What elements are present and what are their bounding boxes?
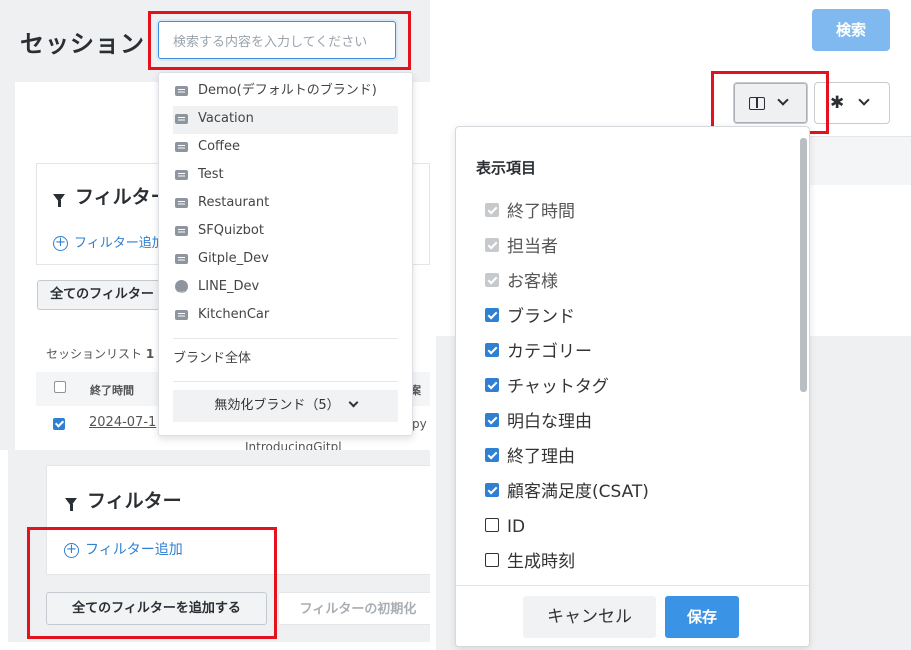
column-option[interactable]: 生成時刻 [485,551,575,573]
chat-icon [175,113,188,124]
chat-icon [175,309,188,320]
brand-item[interactable]: LINE_Dev [175,277,259,304]
brand-item[interactable]: Coffee [175,137,240,157]
chat-icon [175,225,188,236]
divider [173,381,398,382]
disabled-brands-toggle[interactable]: 無効化ブランド（5） [173,390,398,422]
column-option[interactable]: 顧客満足度(CSAT) [485,481,649,503]
column-picker-popover: 表示項目 終了時間 担当者 お客様 ブランド カテゴリー チャットタグ 明白な理… [455,126,810,647]
column-picker-footer: キャンセル 保存 [456,585,809,646]
brand-item[interactable]: Demo(デフォルトのブランド) [175,81,377,101]
save-button[interactable]: 保存 [665,596,739,638]
chat-icon [175,141,188,152]
all-brands-item[interactable]: ブランド全体 [173,349,251,369]
cancel-button[interactable]: キャンセル [523,596,656,638]
gear-icon: ✱ [830,93,845,113]
add-filter-link[interactable]: + フィルター追加 [53,232,165,251]
row-checkbox[interactable] [53,418,65,430]
column-option[interactable]: ID [485,516,525,538]
column-option: お客様 [485,271,558,293]
column-option[interactable]: チャットタグ [485,376,609,398]
chat-icon [175,169,188,180]
brand-item[interactable]: Restaurant [175,193,269,213]
column-option[interactable]: 明白な理由 [485,411,592,433]
column-option: 終了時間 [485,201,575,223]
chat-icon [175,253,188,264]
column-option: 担当者 [485,236,558,258]
highlight-frame-filter [27,527,277,639]
session-list-caption: セッションリスト 1 [46,347,155,361]
checkbox-checked[interactable] [485,413,499,427]
checkbox-checked[interactable] [485,343,499,357]
checkbox-checked[interactable] [485,308,499,322]
table-header-right [800,136,911,185]
checkbox-checked[interactable] [485,448,499,462]
chat-icon [175,197,188,208]
page-title: セッション [20,30,145,58]
row-end-time-link[interactable]: 2024-07-1 [89,415,156,430]
divider [173,338,398,339]
checkbox-checked-disabled [485,273,499,287]
row-right-text: py [412,417,427,431]
funnel-icon [53,193,65,207]
checkbox-checked[interactable] [485,378,499,392]
brand-item[interactable]: SFQuizbot [175,221,264,241]
reset-filters-button[interactable]: フィルターの初期化 [278,592,430,625]
column-picker-title: 表示項目 [476,159,537,177]
funnel-icon [65,497,77,511]
chevron-down-icon [858,94,870,106]
filter-title: フィルター [65,486,182,513]
brand-dropdown: Demo(デフォルトのブランド) Vacation Coffee Test Re… [158,72,413,436]
checkbox-checked-disabled [485,238,499,252]
select-all-checkbox[interactable] [54,381,66,393]
brand-item[interactable]: Gitple_Dev [175,249,269,269]
brand-item[interactable]: Test [175,165,224,185]
checkbox-checked-disabled [485,203,499,217]
chevron-down-icon [348,397,359,408]
line-icon [175,280,188,304]
scrollbar[interactable] [800,138,807,392]
column-option[interactable]: カテゴリー [485,341,592,363]
brand-item[interactable]: Vacation [175,109,254,129]
checkbox-checked[interactable] [485,483,499,497]
chat-icon [175,85,188,96]
highlight-frame-search [148,11,411,70]
checkbox-unchecked[interactable] [485,518,499,532]
brand-item[interactable]: KitchenCar [175,305,269,325]
highlight-frame-columns [711,71,829,134]
plus-circle-icon: + [53,236,68,251]
checkbox-unchecked[interactable] [485,553,499,567]
search-button[interactable]: 検索 [812,9,890,51]
column-end-time[interactable]: 終了時間 [90,382,134,398]
column-option[interactable]: ブランド [485,306,575,328]
filter-title: フィルター [53,182,170,209]
add-all-filters-button[interactable]: 全てのフィルター [37,280,167,310]
row-text: IntroducingGitpl [245,440,342,450]
column-option[interactable]: 終了理由 [485,446,575,468]
